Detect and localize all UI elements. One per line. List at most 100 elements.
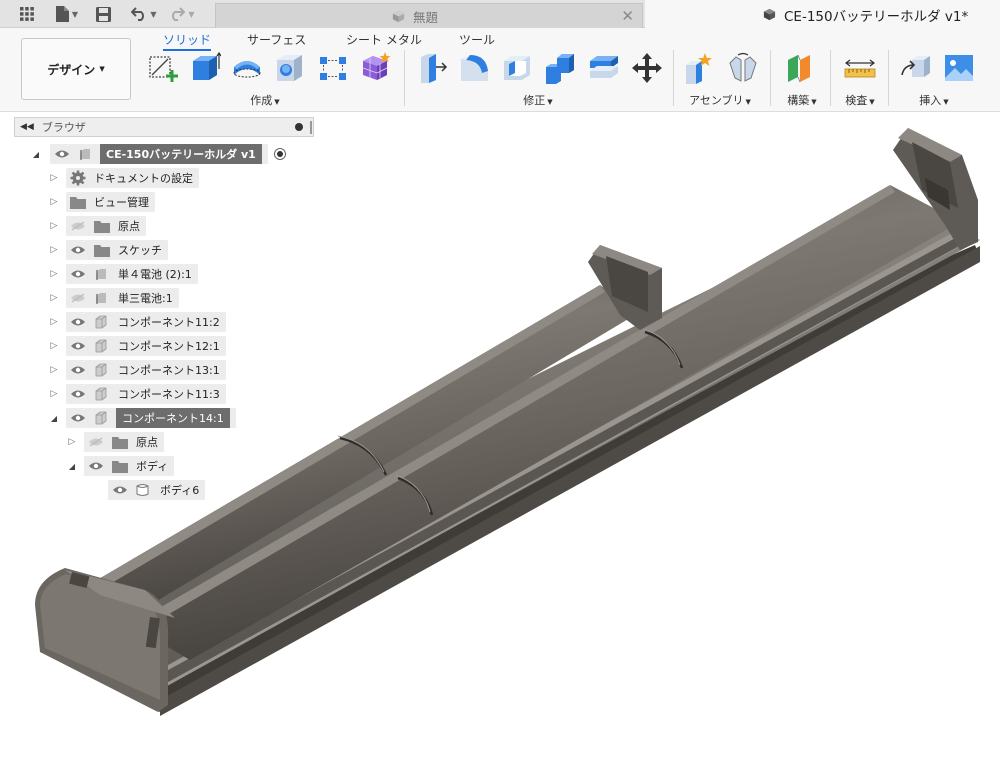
tree-row[interactable]: ▷ スケッチ bbox=[48, 240, 168, 260]
tree-row[interactable]: ◢ ボディ bbox=[66, 456, 175, 476]
visibility-eye-icon[interactable] bbox=[70, 364, 87, 376]
new-component-icon[interactable] bbox=[684, 51, 718, 85]
chevron-down-icon: ▼ bbox=[547, 98, 553, 106]
tab-surface[interactable]: サーフェス bbox=[247, 31, 306, 48]
body-icon bbox=[136, 483, 152, 497]
redo-icon[interactable]: ▼ bbox=[166, 3, 198, 25]
component-link-icon bbox=[94, 267, 110, 281]
insert-derive-icon[interactable] bbox=[900, 51, 934, 85]
tree-row[interactable]: ▷ 原点 bbox=[48, 216, 146, 236]
apps-grid-icon[interactable] bbox=[17, 3, 37, 25]
tab-tools[interactable]: ツール bbox=[459, 31, 495, 48]
insert-image-icon[interactable] bbox=[942, 51, 976, 85]
expand-toggle-icon[interactable]: ▷ bbox=[48, 197, 60, 207]
tree-row[interactable]: ▷ コンポーネント12:1 bbox=[48, 336, 226, 356]
measure-icon[interactable] bbox=[843, 51, 877, 85]
visibility-off-icon[interactable] bbox=[70, 220, 87, 232]
tree-row[interactable]: ▷ 単三電池:1 bbox=[48, 288, 179, 308]
visibility-eye-icon[interactable] bbox=[70, 340, 87, 352]
visibility-eye-icon[interactable] bbox=[70, 316, 87, 328]
pattern-icon[interactable] bbox=[316, 51, 350, 85]
tree-item-label: コンポーネント13:1 bbox=[118, 364, 220, 377]
expand-toggle-icon[interactable]: ▷ bbox=[48, 293, 60, 303]
offset-plane-icon[interactable] bbox=[783, 51, 817, 85]
expand-toggle-icon[interactable]: ▷ bbox=[48, 269, 60, 279]
create-sketch-icon[interactable] bbox=[146, 51, 180, 85]
visibility-eye-icon[interactable] bbox=[70, 412, 87, 424]
file-menu-icon[interactable]: ▼ bbox=[52, 3, 82, 25]
component-link-icon bbox=[78, 147, 94, 161]
tree-row-root[interactable]: ◢ CE-150バッテリーホルダ v1 bbox=[30, 144, 286, 164]
tree-item-label: コンポーネント14:1 bbox=[116, 408, 230, 428]
tab-sheet-metal[interactable]: シート メタル bbox=[346, 31, 422, 48]
expand-toggle-icon[interactable]: ▷ bbox=[66, 437, 78, 447]
fillet-icon[interactable] bbox=[458, 51, 492, 85]
expand-toggle-icon[interactable]: ▷ bbox=[48, 173, 60, 183]
tree-row[interactable]: ▷ ビュー管理 bbox=[48, 192, 155, 212]
extrude-icon[interactable] bbox=[187, 51, 221, 85]
offset-face-icon[interactable] bbox=[587, 51, 621, 85]
tree-chip: コンポーネント12:1 bbox=[66, 336, 226, 356]
visibility-eye-icon[interactable] bbox=[70, 268, 87, 280]
folder-icon bbox=[112, 459, 128, 473]
folder-icon bbox=[94, 243, 110, 257]
expand-toggle-icon[interactable]: ▷ bbox=[48, 341, 60, 351]
press-pull-icon[interactable] bbox=[414, 51, 448, 85]
expand-toggle-icon[interactable]: ▷ bbox=[48, 221, 60, 231]
construct-group[interactable]: 構築 ▼ bbox=[780, 92, 824, 108]
cube-icon bbox=[392, 10, 405, 22]
shell-icon[interactable] bbox=[500, 51, 534, 85]
toolbar-ribbon: デザイン ▼ ソリッド サーフェス シート メタル ツール 作成 ▼ 修正 ▼ … bbox=[0, 28, 1000, 112]
close-tab-icon[interactable]: ✕ bbox=[621, 7, 634, 25]
tree-chip: 単三電池:1 bbox=[66, 288, 179, 308]
expand-toggle-icon[interactable]: ▷ bbox=[48, 317, 60, 327]
workspace-label: デザイン bbox=[47, 62, 96, 77]
activate-radio[interactable] bbox=[273, 148, 286, 160]
tree-row-selected[interactable]: ◢ コンポーネント14:1 bbox=[48, 408, 236, 428]
expand-toggle-icon[interactable]: ▷ bbox=[48, 389, 60, 399]
expand-toggle-icon[interactable]: ◢ bbox=[48, 414, 60, 423]
hole-icon[interactable] bbox=[272, 51, 306, 85]
tab-solid[interactable]: ソリッド bbox=[163, 31, 212, 51]
tab-untitled[interactable]: 無題 ✕ bbox=[215, 3, 643, 28]
tree-row[interactable]: ▷ 単４電池 (2):1 bbox=[48, 264, 198, 284]
tree-row[interactable]: ▷ コンポーネント11:3 bbox=[48, 384, 226, 404]
workspace-switcher[interactable]: デザイン ▼ bbox=[21, 38, 131, 100]
expand-toggle-icon[interactable]: ▷ bbox=[48, 365, 60, 375]
modify-group[interactable]: 修正 ▼ bbox=[516, 92, 560, 108]
tree-row[interactable]: ▷ コンポーネント13:1 bbox=[48, 360, 226, 380]
undo-icon[interactable]: ▼ bbox=[128, 3, 160, 25]
joint-icon[interactable] bbox=[726, 51, 760, 85]
tree-row[interactable]: ボディ6 bbox=[90, 480, 206, 500]
chevron-down-icon: ▼ bbox=[811, 98, 817, 106]
insert-group[interactable]: 挿入 ▼ bbox=[904, 92, 964, 108]
visibility-off-icon[interactable] bbox=[70, 292, 87, 304]
expand-toggle-icon[interactable]: ▷ bbox=[48, 245, 60, 255]
visibility-eye-icon[interactable] bbox=[54, 148, 71, 160]
expand-toggle-icon[interactable]: ◢ bbox=[30, 150, 42, 159]
tree-row[interactable]: ▷ 原点 bbox=[66, 432, 164, 452]
visibility-eye-icon[interactable] bbox=[70, 388, 87, 400]
inspect-group[interactable]: 検査 ▼ bbox=[838, 92, 882, 108]
pin-icon[interactable] bbox=[295, 123, 303, 131]
tab-battery-holder[interactable]: CE-150バッテリーホルダ v1* bbox=[645, 0, 1000, 29]
visibility-eye-icon[interactable] bbox=[112, 484, 129, 496]
tree-item-label: コンポーネント11:3 bbox=[118, 388, 220, 401]
save-icon[interactable] bbox=[93, 3, 113, 25]
tree-row[interactable]: ▷ ドキュメントの設定 bbox=[48, 168, 199, 188]
browser-panel-header[interactable]: ◀◀ ブラウザ bbox=[14, 117, 314, 137]
create-group[interactable]: 作成 ▼ bbox=[240, 92, 290, 108]
revolve-icon[interactable] bbox=[230, 51, 264, 85]
collapse-panel-icon[interactable]: ◀◀ bbox=[20, 122, 34, 132]
visibility-eye-icon[interactable] bbox=[88, 460, 105, 472]
visibility-off-icon[interactable] bbox=[88, 436, 105, 448]
tree-row[interactable]: ▷ コンポーネント11:2 bbox=[48, 312, 226, 332]
visibility-eye-icon[interactable] bbox=[70, 244, 87, 256]
combine-icon[interactable] bbox=[543, 51, 577, 85]
form-icon[interactable] bbox=[358, 51, 392, 85]
move-icon[interactable] bbox=[630, 51, 664, 85]
panel-resize-handle[interactable] bbox=[310, 121, 312, 134]
tree-chip: 原点 bbox=[66, 216, 146, 236]
expand-toggle-icon[interactable]: ◢ bbox=[66, 462, 78, 471]
assemble-group[interactable]: アセンブリ ▼ bbox=[680, 92, 760, 108]
